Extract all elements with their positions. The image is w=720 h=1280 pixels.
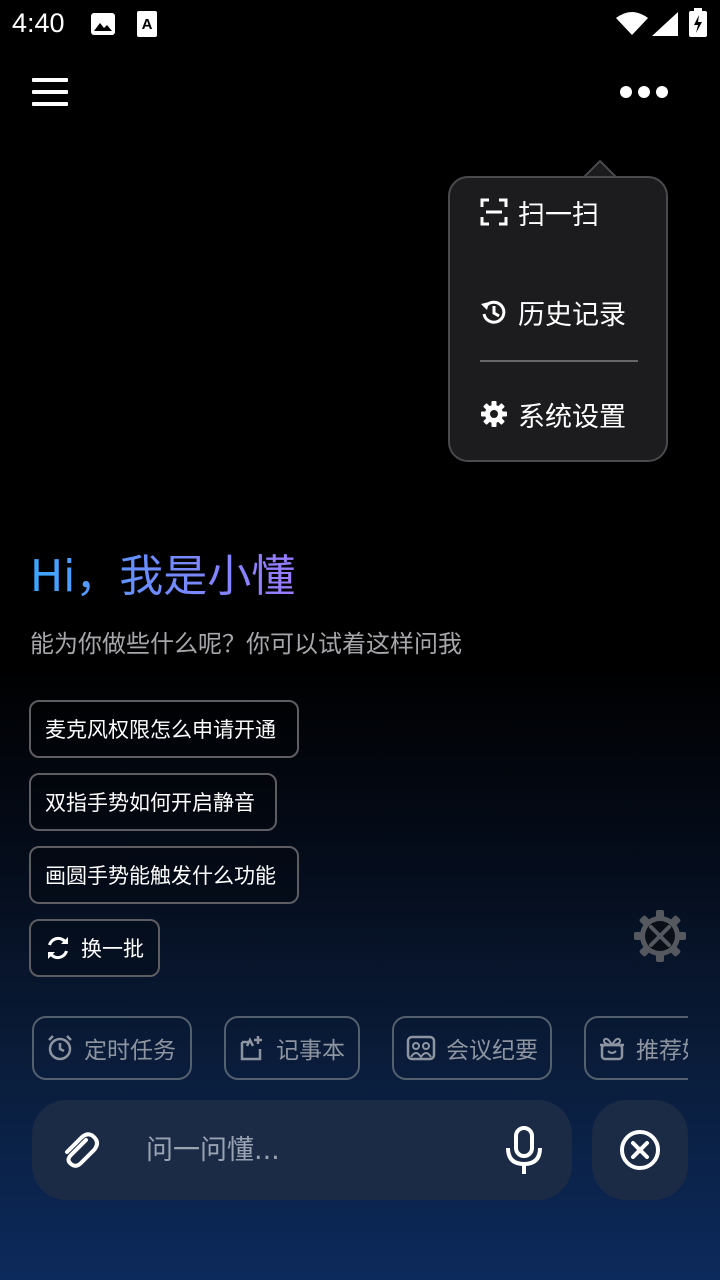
close-button[interactable] [592,1100,688,1200]
suggestion-chip[interactable]: 双指手势如何开启静音 [29,773,277,831]
meeting-icon [406,1035,436,1061]
gift-icon [600,1037,624,1061]
microphone-icon[interactable] [500,1124,548,1176]
quick-action-label: 定时任务 [84,1038,176,1064]
suggestion-chip[interactable]: 麦克风权限怎么申请开通 [29,700,299,758]
popup-divider [480,360,638,362]
signal-icon [652,12,678,36]
alarm-clock-icon [48,1035,72,1061]
hero-subtitle: 能为你做些什么呢？你可以试着这样问我 [30,630,462,658]
menu-item-label: 历史记录 [518,299,626,331]
battery-icon [689,8,707,37]
close-circle-icon [620,1130,660,1170]
tools-button[interactable] [632,908,688,964]
menu-item-settings[interactable]: 系统设置 [480,384,626,444]
menu-button[interactable] [26,70,74,114]
suggestion-label: 双指手势如何开启静音 [45,791,255,815]
hero-title: Hi，我是小懂 [30,540,295,604]
refresh-icon [48,936,68,960]
status-bar: 4:40 A [0,0,720,50]
menu-icon [32,78,68,106]
more-button[interactable] [610,70,678,114]
wifi-icon [616,12,648,35]
more-horizontal-icon [620,86,668,98]
refresh-button[interactable]: 换一批 [29,919,160,977]
popup-menu: 扫一扫 历史记录 系统设置 [448,176,668,462]
refresh-label: 换一批 [81,937,144,961]
a-text-icon: A [137,11,157,37]
quick-action-label: 会议纪要 [446,1038,538,1064]
suggestion-label: 画圆手势能触发什么功能 [45,864,276,888]
quick-action-notepad[interactable]: 记事本 [224,1016,360,1080]
quick-action-recommend[interactable]: 推荐好 [584,1016,688,1080]
menu-item-scan[interactable]: 扫一扫 [480,182,599,242]
image-icon [91,13,115,35]
tools-gear-icon [634,910,686,962]
chat-input-bar [32,1100,572,1200]
notepad-icon [240,1036,262,1061]
history-icon [481,300,506,324]
chat-input[interactable] [146,1124,486,1176]
quick-action-timer[interactable]: 定时任务 [32,1016,192,1080]
quick-action-label: 记事本 [276,1038,345,1064]
gear-icon [481,401,507,427]
svg-text:A: A [142,16,153,33]
menu-item-label: 扫一扫 [518,199,599,231]
quick-actions-row[interactable]: 定时任务 记事本 会议纪要 推荐好 [32,1016,688,1082]
status-time: 4:40 [12,8,65,38]
suggestion-label: 麦克风权限怎么申请开通 [45,718,276,742]
quick-action-label: 推荐好 [636,1038,688,1064]
attachment-icon[interactable] [56,1126,104,1174]
scan-icon [480,198,508,226]
menu-item-label: 系统设置 [518,401,626,433]
suggestion-chip[interactable]: 画圆手势能触发什么功能 [29,846,299,904]
menu-item-history[interactable]: 历史记录 [480,282,626,342]
quick-action-meeting[interactable]: 会议纪要 [392,1016,552,1080]
